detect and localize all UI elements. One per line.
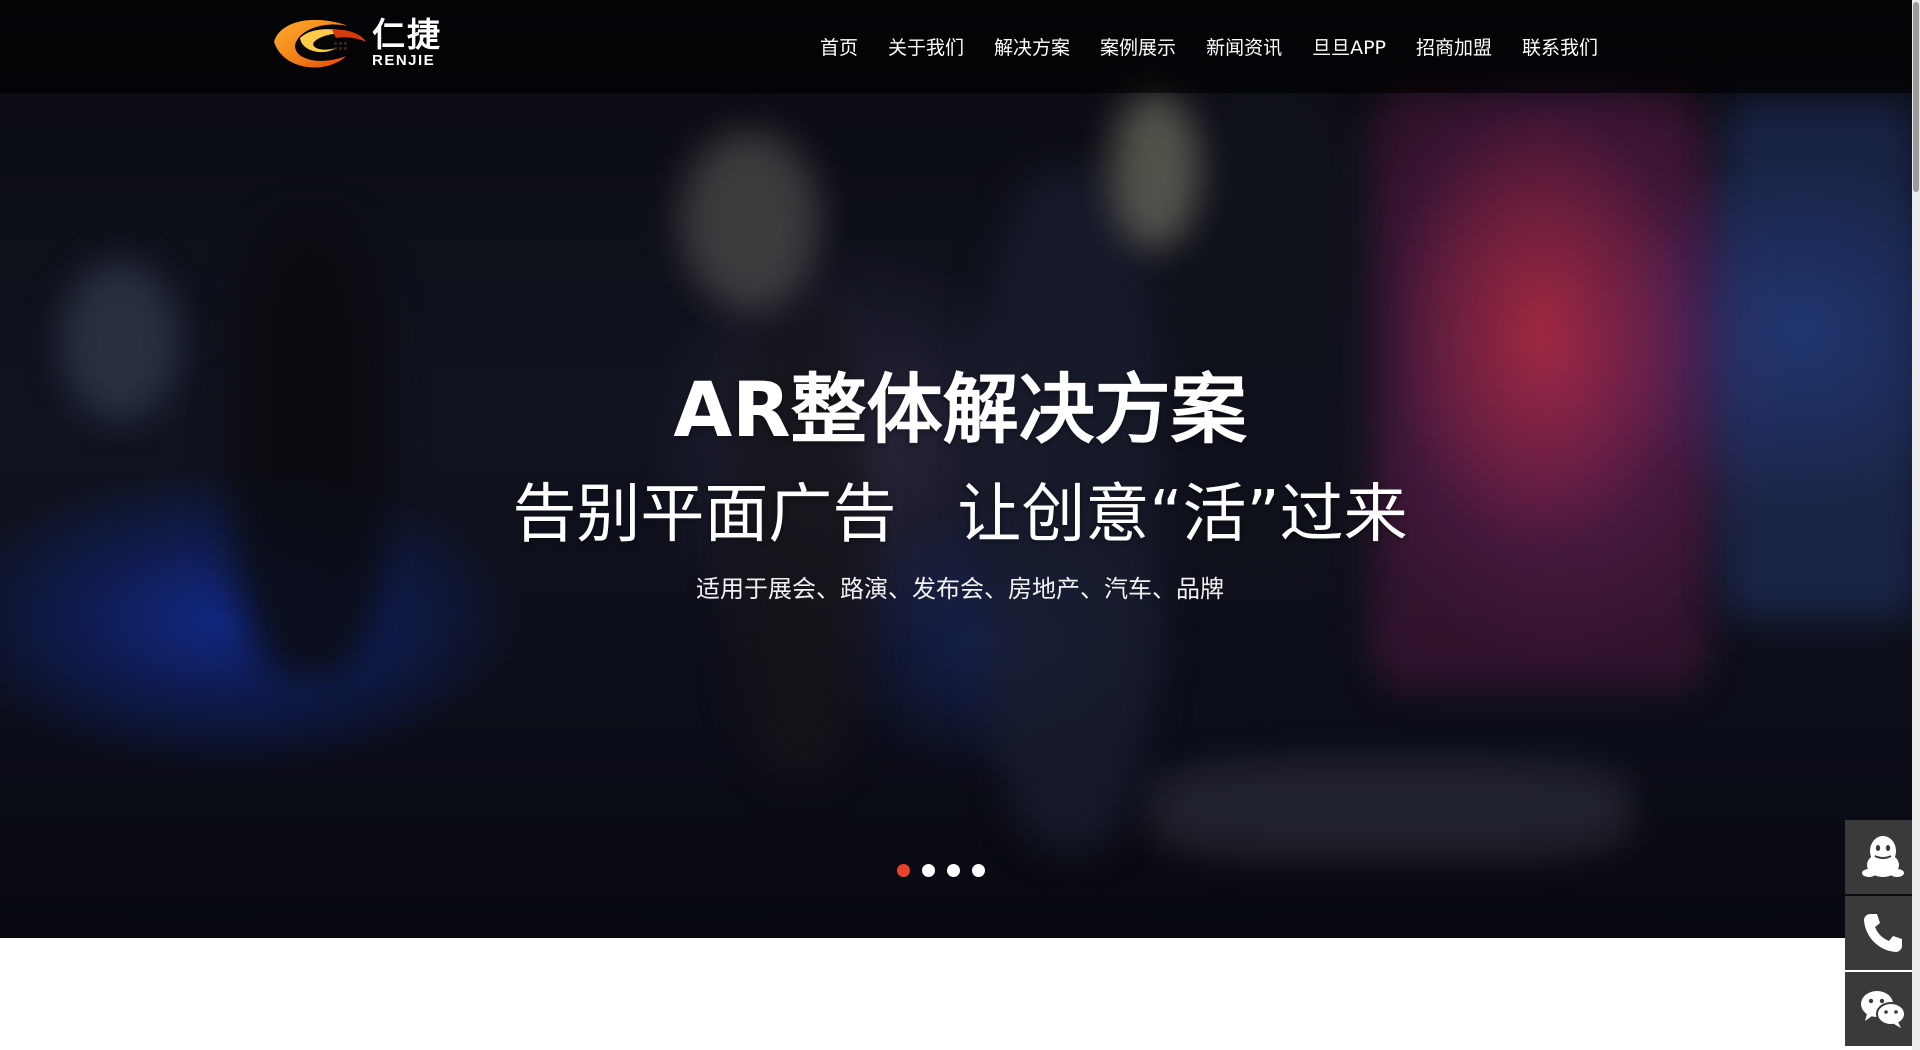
logo-swoosh-icon xyxy=(274,19,366,68)
hero-title: AR整体解决方案 xyxy=(673,365,1247,454)
phone-contact-button[interactable] xyxy=(1845,896,1920,970)
main-nav: 首页 关于我们 解决方案 案例展示 新闻资讯 旦旦APP 招商加盟 联系我们 xyxy=(820,0,1598,93)
hero-description: 适用于展会、路演、发布会、房地产、汽车、品牌 xyxy=(696,575,1224,603)
floating-contact-bar xyxy=(1845,820,1920,1048)
nav-item-contact[interactable]: 联系我们 xyxy=(1522,33,1598,60)
nav-item-home[interactable]: 首页 xyxy=(820,33,858,60)
nav-item-cases[interactable]: 案例展示 xyxy=(1100,33,1176,60)
nav-item-franchise[interactable]: 招商加盟 xyxy=(1416,33,1492,60)
logo-name-cn: 仁捷 xyxy=(372,16,442,53)
site-logo[interactable]: 仁捷 RENJIE xyxy=(270,12,470,74)
nav-item-solutions[interactable]: 解决方案 xyxy=(994,33,1070,60)
carousel-pagination xyxy=(897,864,997,877)
hero-banner: AR整体解决方案 告别平面广告 让创意“活”过来 适用于展会、路演、发布会、房地… xyxy=(0,0,1920,938)
scrollbar-thumb[interactable] xyxy=(1913,2,1919,192)
carousel-dot-3[interactable] xyxy=(947,864,960,877)
page-scrollbar[interactable] xyxy=(1912,0,1920,1050)
nav-item-about[interactable]: 关于我们 xyxy=(888,33,964,60)
logo-text: 仁捷 RENJIE xyxy=(372,18,442,68)
hero-background-floor-light xyxy=(1150,760,1630,860)
carousel-dot-2[interactable] xyxy=(922,864,935,877)
hero-background-light xyxy=(680,130,820,310)
carousel-dot-1[interactable] xyxy=(897,864,910,877)
hero-subtitle: 告别平面广告 让创意“活”过来 xyxy=(512,478,1408,552)
nav-item-app[interactable]: 旦旦APP xyxy=(1312,33,1386,60)
wechat-contact-button[interactable] xyxy=(1845,972,1920,1046)
qq-contact-button[interactable] xyxy=(1845,820,1920,894)
qq-icon xyxy=(1861,836,1904,877)
wechat-icon xyxy=(1860,991,1906,1028)
nav-item-news[interactable]: 新闻资讯 xyxy=(1206,33,1282,60)
hero-background-light xyxy=(1110,90,1200,250)
phone-icon xyxy=(1863,914,1902,952)
carousel-dot-4[interactable] xyxy=(972,864,985,877)
logo-name-en: RENJIE xyxy=(372,52,436,69)
site-header: 仁捷 RENJIE 首页 关于我们 解决方案 案例展示 新闻资讯 旦旦APP 招… xyxy=(0,0,1920,93)
